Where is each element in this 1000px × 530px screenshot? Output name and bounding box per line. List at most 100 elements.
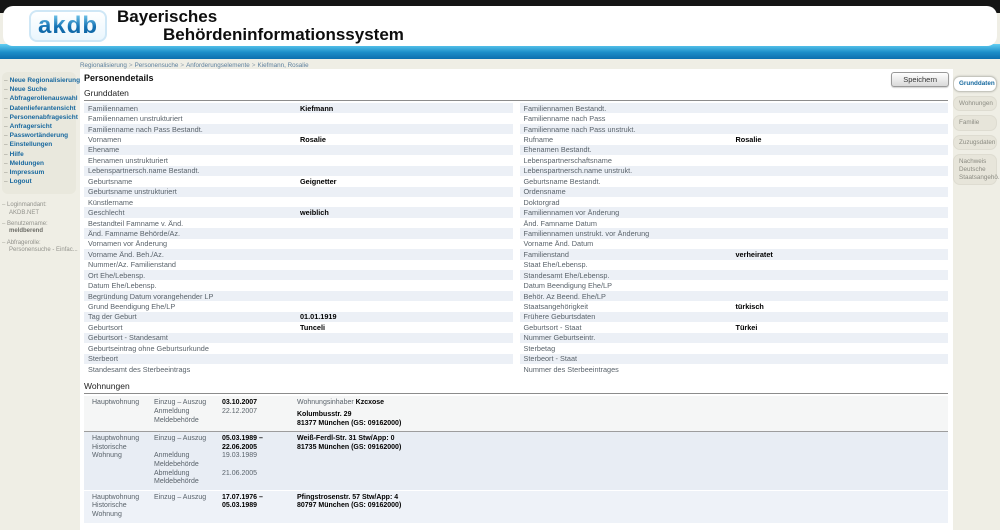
breadcrumb-item-personensuche[interactable]: Personensuche: [135, 62, 179, 69]
sidebar-item-einstellungen[interactable]: Einstellungen: [4, 140, 75, 149]
field-row-geburtsort-standesamt: Geburtsort - Standesamt: [84, 333, 513, 343]
tab-zuzugsdaten[interactable]: Zuzugsdaten: [953, 135, 997, 151]
tab-nachweis-deutsche-staatsangehö[interactable]: Nachweis Deutsche Staatsangehö...: [953, 154, 997, 185]
sidebar-item-anfragersicht[interactable]: Anfragersicht: [4, 122, 75, 131]
field-label: Behör. Az Beend. Ehe/LP: [520, 292, 606, 301]
sidebar-item-hilfe[interactable]: Hilfe: [4, 150, 75, 159]
field-label: Standesamt des Sterbeeintrags: [84, 365, 190, 374]
login-entry-value: AKDB.NET: [2, 210, 80, 217]
field-label: Staatsangehörigkeit: [520, 302, 589, 311]
address-line: 81735 München (GS: 09162000): [297, 444, 948, 453]
sidebar-item-label: Passwortänderung: [10, 131, 69, 140]
field-label: Geburtsname Bestandt.: [520, 177, 601, 186]
field-label: Begründung Datum vorangehender LP: [84, 292, 213, 301]
section-title-grunddaten: Grunddaten: [84, 88, 948, 101]
sidebar-item-logout[interactable]: Logout: [4, 177, 75, 186]
sidebar-item-label: Abfragerollenauswahl: [10, 94, 78, 103]
field-row-grund-beendigung-ehe-lp: Grund Beendigung Ehe/LP: [84, 301, 513, 311]
date-label: Einzug – Auszug: [154, 435, 222, 452]
field-row-familienname-nach-pass-bestandt: Familienname nach Pass Bestandt.: [84, 124, 513, 134]
field-value: Geignetter: [300, 177, 337, 186]
date-value: 03.10.2007: [222, 399, 257, 408]
field-label: Familiennamen unstrukturiert: [84, 114, 183, 123]
field-row-doktorgrad: Doktorgrad: [520, 197, 949, 207]
sidebar-item-passwortänderung[interactable]: Passwortänderung: [4, 131, 75, 140]
sidebar-item-impressum[interactable]: Impressum: [4, 168, 75, 177]
sidebar-item-label: Impressum: [10, 168, 45, 177]
field-label: Vornamen vor Änderung: [84, 239, 167, 248]
field-row-geburtsname: Geburtsname Geignetter: [84, 176, 513, 186]
field-label: Nummer Geburtseintr.: [520, 333, 596, 342]
field-row-geburtseintrag-ohne-geburtsurkunde: Geburtseintrag ohne Geburtsurkunde: [84, 343, 513, 353]
field-label: Nummer/Az. Familienstand: [84, 260, 176, 269]
wohnung-type-label: Historische Wohnung: [92, 502, 154, 519]
wohnung-type: HauptwohnungHistorische Wohnung: [84, 435, 154, 487]
wohnungen-section: Wohnungen HauptwohnungEinzug – Auszug03.…: [84, 381, 948, 522]
breadcrumb-item-kiefmann-rosalie[interactable]: Kiefmann, Rosalie: [257, 62, 308, 69]
app-header: akdb Bayerisches Behördeninformationssys…: [0, 0, 1000, 59]
field-label: Grund Beendigung Ehe/LP: [84, 302, 175, 311]
date-value: 19.03.1989: [222, 452, 257, 469]
field-row-rufname: RufnameRosalie: [520, 134, 949, 144]
tab-familie[interactable]: Familie: [953, 115, 997, 131]
field-row-vorname-änd-beh-az: Vorname Änd. Beh./Az.: [84, 249, 513, 259]
field-label: Familiennamen: [84, 104, 138, 113]
field-label: Geburtsort - Standesamt: [84, 333, 168, 342]
field-row-familiennamen-bestandt: Familiennamen Bestandt.: [520, 103, 949, 113]
field-row-familienname-nach-pass: Familienname nach Pass: [520, 113, 949, 123]
main-area: Regionalisierung>Personensuche>Anforderu…: [80, 59, 953, 530]
address-line: Weiß-Ferdl-Str. 31 Stw/App: 0: [297, 435, 948, 444]
field-label: Geburtsort - Staat: [520, 323, 582, 332]
breadcrumb-item-anforderungselemente[interactable]: Anforderungselemente: [186, 62, 250, 69]
wohnung-row: HauptwohnungHistorische WohnungEinzug – …: [84, 490, 948, 523]
field-value: Kiefmann: [300, 104, 333, 113]
field-label: Vorname Änd. Beh./Az.: [84, 250, 164, 259]
wohnung-address: Pfingstrosenstr. 57 Stw/App: 480797 Münc…: [297, 494, 948, 520]
save-button[interactable]: Speichern: [891, 72, 949, 87]
tab-wohnungen[interactable]: Wohnungen: [953, 96, 997, 112]
date-line: Anmeldung Meldebehörde19.03.1989: [154, 452, 297, 469]
field-value: türkisch: [736, 302, 764, 311]
person-details-panel: Personendetails Speichern Grunddaten Fam…: [80, 69, 953, 530]
field-row-familiennamen-unstrukturiert: Familiennamen unstrukturiert: [84, 113, 513, 123]
inhaber-name: Kzcxose: [356, 399, 384, 406]
sidebar-item-label: Datenlieferantensicht: [10, 104, 76, 113]
field-label: Ehenamen unstrukturiert: [84, 156, 168, 165]
field-label: Künstlername: [84, 198, 133, 207]
sidebar-item-datenlieferantensicht[interactable]: Datenlieferantensicht: [4, 104, 75, 113]
field-row-begründung-datum-vorangehender-lp: Begründung Datum vorangehender LP: [84, 291, 513, 301]
field-label: Sterbetag: [520, 344, 556, 353]
field-label: Geburtsname: [84, 177, 132, 186]
tab-grunddaten[interactable]: Grunddaten: [953, 76, 997, 92]
address-line: 81377 München (GS: 09162000): [297, 420, 948, 429]
sidebar-item-abfragerollenauswahl[interactable]: Abfragerollenauswahl: [4, 94, 75, 103]
field-row-sterbeort-staat: Sterbeort - Staat: [520, 354, 949, 364]
sidebar-item-label: Personenabfragesicht: [10, 113, 78, 122]
grunddaten-left-column: Familiennamen Kiefmann Familiennamen unstr…: [84, 103, 513, 374]
sidebar-item-neue-suche[interactable]: Neue Suche: [4, 85, 75, 94]
field-row-tag-der-geburt: Tag der Geburt01.01.1919: [84, 312, 513, 322]
field-row-lebenspartnerschaftsname: Lebenspartnerschaftsname: [520, 155, 949, 165]
field-value: verheiratet: [736, 250, 773, 259]
field-label: Änd. Famname Datum: [520, 219, 597, 228]
field-label: Doktorgrad: [520, 198, 560, 207]
breadcrumb-separator: >: [129, 62, 133, 69]
wohnung-type-label: Hauptwohnung: [92, 435, 154, 444]
wohnung-row: HauptwohnungEinzug – Auszug03.10.2007Anm…: [84, 396, 948, 431]
sidebar-item-personenabfragesicht[interactable]: Personenabfragesicht: [4, 113, 75, 122]
field-row-bestandteil-famname-v-änd: Bestandteil Famname v. Änd.: [84, 218, 513, 228]
breadcrumb-separator: >: [180, 62, 184, 69]
field-value: Tunceli: [300, 323, 325, 332]
field-row-änd-famname-behörde-az: Änd. Famname Behörde/Az.: [84, 228, 513, 238]
sidebar-item-neue-regionalisierung[interactable]: Neue Regionalisierung: [4, 76, 75, 85]
field-row-ehenamen-unstrukturiert: Ehenamen unstrukturiert: [84, 155, 513, 165]
content-area: Neue RegionalisierungNeue SucheAbfragero…: [0, 59, 1000, 530]
field-row-staat-ehe-lebensp: Staat Ehe/Lebensp.: [520, 260, 949, 270]
wohnung-dates: Einzug – Auszug17.07.1976 – 05.03.1989: [154, 494, 297, 520]
app-title-line1: Bayerisches: [117, 8, 404, 26]
sidebar-item-meldungen[interactable]: Meldungen: [4, 159, 75, 168]
akdb-logo-text: akdb: [38, 12, 98, 39]
field-label: Bestandteil Famname v. Änd.: [84, 219, 183, 228]
breadcrumb-item-regionalisierung[interactable]: Regionalisierung: [80, 62, 127, 69]
date-label: Abmeldung Meldebehörde: [154, 470, 222, 487]
